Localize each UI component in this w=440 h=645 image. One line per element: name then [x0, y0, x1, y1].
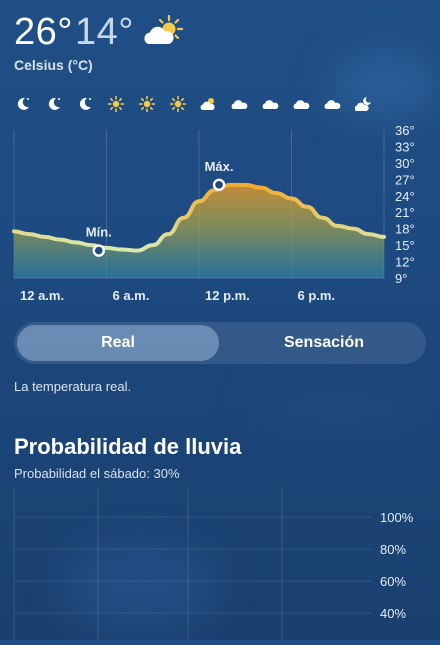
y-tick-label: 36°: [395, 123, 415, 138]
y-tick-label: 27°: [395, 172, 415, 187]
moon-icon: [79, 97, 91, 110]
current-temperature-header: 26° 14° Celsius (°C): [14, 10, 184, 73]
partly-cloudy-night-icon: [355, 97, 371, 111]
y-tick-label: 33°: [395, 139, 415, 154]
max-marker: [212, 178, 226, 192]
x-tick-label: 12 p.m.: [205, 288, 250, 303]
y-tick-label: 60%: [380, 574, 406, 589]
y-tick-label: 18°: [395, 222, 415, 237]
temperature-type-toggle: Real Sensación: [14, 322, 426, 364]
y-tick-label: 15°: [395, 238, 415, 253]
partly-sunny-icon: [144, 14, 184, 44]
y-tick-label: 24°: [395, 189, 415, 204]
sun-icon: [169, 95, 187, 113]
x-tick-label: 6 a.m.: [113, 288, 150, 303]
feels-like-toggle-button[interactable]: Sensación: [224, 325, 424, 361]
sun-icon: [107, 95, 125, 113]
y-tick-label: 21°: [395, 205, 415, 220]
y-tick-label: 30°: [395, 156, 415, 171]
cloud-icon: [293, 100, 310, 109]
min-label: Mín.: [86, 225, 112, 240]
temperature-chart: Mín. Máx. 36° 33° 30° 27° 24° 21° 18° 15° 12° 9° 12 …: [0, 120, 440, 310]
low-temperature: 14°: [74, 11, 134, 53]
unit-label: Celsius (°C): [14, 57, 93, 73]
x-tick-label: 6 p.m.: [298, 288, 336, 303]
y-tick-label: 9°: [395, 271, 407, 286]
background-blur: [250, 390, 430, 430]
partly-sunny-icon: [200, 98, 215, 110]
x-tick-label: 12 a.m.: [20, 288, 64, 303]
y-tick-label: 12°: [395, 255, 415, 270]
min-marker: [92, 244, 105, 257]
max-label: Máx.: [205, 159, 234, 174]
rain-section-subtitle: Probabilidad el sábado: 30%: [14, 466, 180, 481]
y-tick-label: 100%: [380, 510, 414, 525]
y-tick-label: 80%: [380, 542, 406, 557]
sun-icon: [138, 95, 156, 113]
moon-icon: [48, 97, 60, 110]
temperature-description: La temperatura real.: [14, 379, 132, 394]
hourly-icons-row: [14, 95, 384, 115]
real-toggle-button[interactable]: Real: [17, 325, 219, 361]
rain-probability-chart: 100% 80% 60% 40%: [0, 488, 440, 640]
rain-section-title: Probabilidad de lluvia: [14, 434, 242, 459]
moon-icon: [17, 97, 29, 110]
cloud-icon: [231, 100, 248, 109]
high-temperature: 26°: [14, 11, 73, 53]
y-tick-label: 40%: [380, 606, 406, 621]
cloud-icon: [262, 100, 279, 109]
cloud-icon: [324, 100, 341, 109]
